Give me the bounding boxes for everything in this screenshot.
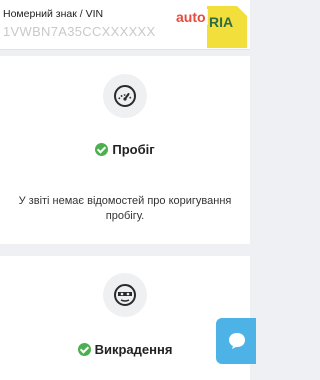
theft-status: Викрадення (0, 342, 250, 357)
mileage-note: У звіті немає відомостей про коригування… (18, 195, 232, 222)
vin-input[interactable]: 1VWBN7A35CCXXXXXX (3, 24, 156, 39)
mileage-card: Пробіг У звіті немає відомостей про кори… (0, 56, 250, 244)
chat-bubble-icon (229, 333, 245, 349)
thief-mask-icon (103, 273, 147, 317)
mileage-status-label: Пробіг (112, 142, 155, 157)
check-circle-icon (77, 343, 91, 356)
logo-auto-text: auto (174, 9, 208, 25)
mileage-status: Пробіг (0, 142, 250, 157)
logo-ria-badge: RIA (207, 6, 247, 48)
logo-ria-text: RIA (209, 14, 234, 30)
theft-card: Викрадення (0, 256, 250, 380)
autoria-logo[interactable]: RIA auto (171, 0, 250, 50)
theft-status-label: Викрадення (94, 342, 173, 357)
header: Номерний знак / VIN 1VWBN7A35CCXXXXXX RI… (0, 0, 250, 50)
logo-corner (237, 6, 247, 16)
check-circle-icon (95, 143, 109, 156)
speedometer-icon (103, 74, 147, 118)
vin-label: Номерний знак / VIN (3, 8, 104, 20)
chat-button[interactable] (216, 318, 256, 364)
